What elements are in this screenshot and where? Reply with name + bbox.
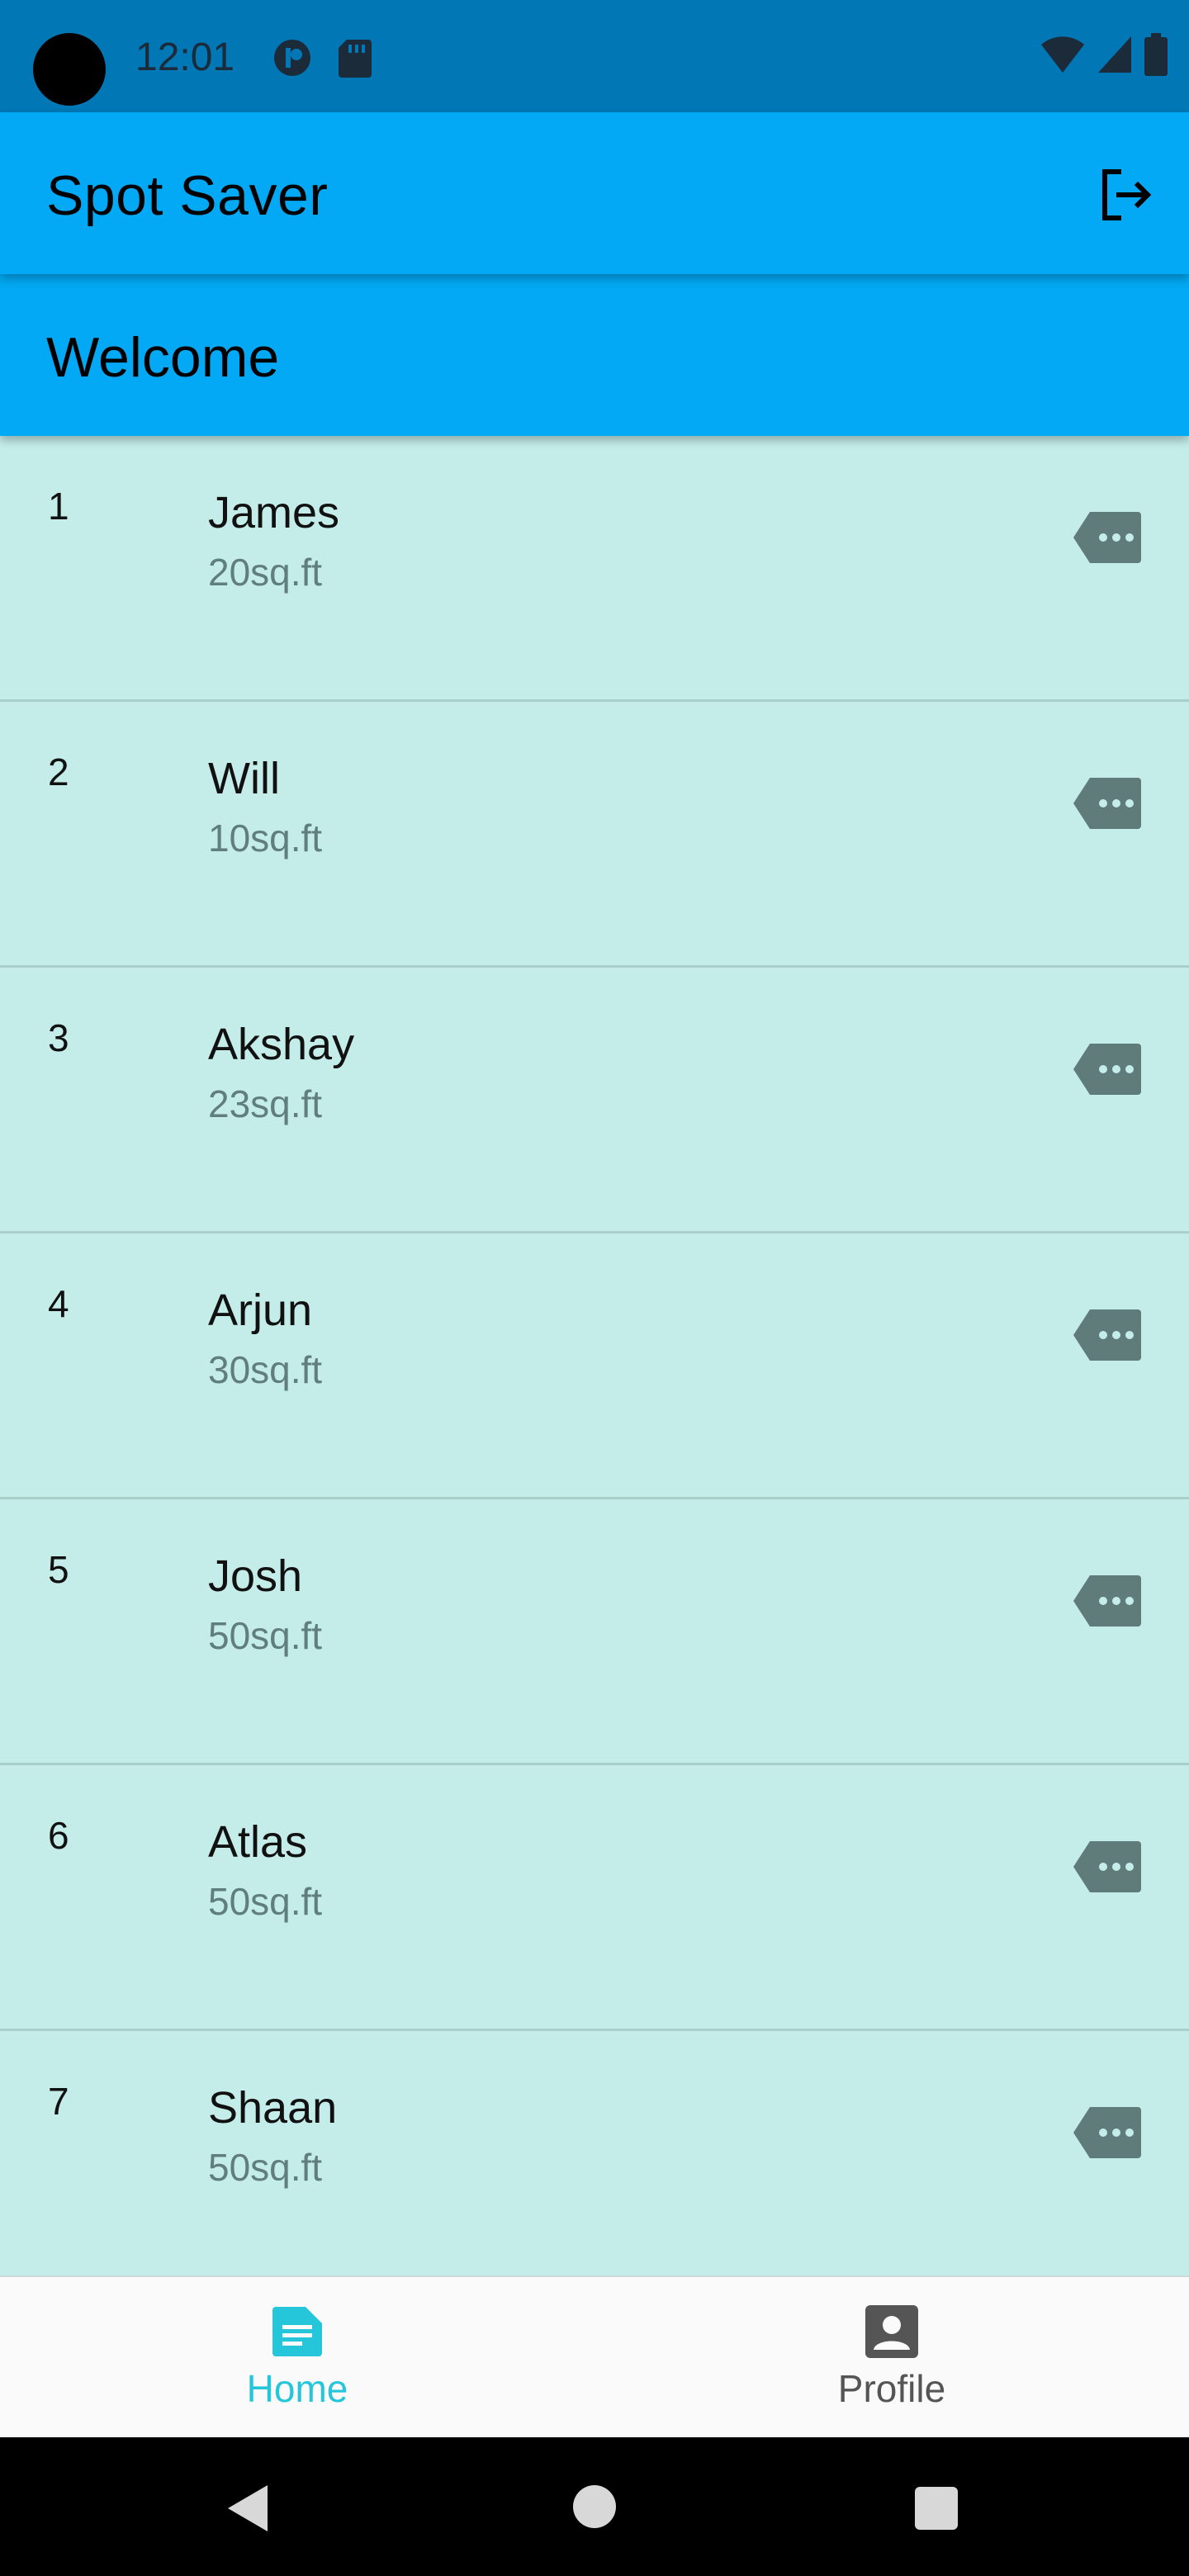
item-area: 23sq.ft bbox=[208, 1082, 323, 1125]
recents-icon[interactable] bbox=[915, 2487, 958, 2530]
app-bar: Spot Saver bbox=[0, 112, 1189, 274]
item-index: 2 bbox=[48, 751, 69, 793]
item-index: 6 bbox=[48, 1814, 69, 1857]
item-index: 3 bbox=[48, 1016, 69, 1059]
app-title: Spot Saver bbox=[46, 164, 329, 227]
status-indicators bbox=[1040, 33, 1168, 76]
list-item[interactable]: 6 Atlas 50sq.ft bbox=[0, 1765, 1189, 2031]
item-index: 1 bbox=[48, 485, 69, 528]
home-icon[interactable] bbox=[573, 2485, 616, 2528]
nav-home-label: Home bbox=[246, 2367, 348, 2410]
welcome-title: Welcome bbox=[46, 326, 280, 389]
battery-icon bbox=[1144, 33, 1168, 76]
item-index: 4 bbox=[48, 1282, 69, 1325]
item-area: 50sq.ft bbox=[208, 1614, 323, 1657]
list-item[interactable]: 4 Arjun 30sq.ft bbox=[0, 1234, 1189, 1499]
item-name: Arjun bbox=[208, 1286, 313, 1335]
spot-list: 1 James 20sq.ft 2 Will 10sq.ft 3 Akshay … bbox=[0, 436, 1189, 2297]
item-area: 50sq.ft bbox=[208, 1880, 323, 1923]
logout-button[interactable] bbox=[1093, 162, 1159, 228]
cellular-signal-icon bbox=[1098, 36, 1131, 73]
bottom-navigation: Home Profile bbox=[0, 2275, 1189, 2437]
list-item[interactable]: 3 Akshay 23sq.ft bbox=[0, 968, 1189, 1234]
list-item[interactable]: 1 James 20sq.ft bbox=[0, 436, 1189, 702]
item-index: 7 bbox=[48, 2080, 69, 2123]
status-time: 12:01 bbox=[135, 36, 235, 79]
item-name: Josh bbox=[208, 1551, 303, 1601]
item-name: Shaan bbox=[208, 2083, 338, 2133]
more-options-icon[interactable] bbox=[1072, 774, 1143, 832]
more-options-icon[interactable] bbox=[1072, 1838, 1143, 1896]
camera-cutout bbox=[33, 33, 106, 106]
account-box-icon bbox=[865, 2305, 918, 2358]
nav-home[interactable]: Home bbox=[0, 2277, 594, 2437]
welcome-header: Welcome bbox=[0, 274, 1189, 436]
more-options-icon[interactable] bbox=[1072, 509, 1143, 566]
item-area: 30sq.ft bbox=[208, 1348, 323, 1391]
wifi-icon bbox=[1041, 36, 1084, 73]
notification-app-icon bbox=[274, 40, 310, 76]
item-name: Will bbox=[208, 754, 280, 803]
nav-profile[interactable]: Profile bbox=[594, 2277, 1189, 2437]
item-name: Atlas bbox=[208, 1817, 308, 1867]
status-bar: 12:01 bbox=[0, 0, 1189, 112]
list-item[interactable]: 2 Will 10sq.ft bbox=[0, 702, 1189, 968]
more-options-icon[interactable] bbox=[1072, 1040, 1143, 1098]
item-name: Akshay bbox=[208, 1020, 355, 1069]
system-navigation-bar bbox=[0, 2437, 1189, 2576]
nav-profile-label: Profile bbox=[837, 2367, 946, 2410]
item-area: 50sq.ft bbox=[208, 2146, 323, 2189]
back-icon[interactable] bbox=[225, 2484, 271, 2533]
list-item[interactable]: 5 Josh 50sq.ft bbox=[0, 1499, 1189, 1765]
more-options-icon[interactable] bbox=[1072, 2104, 1143, 2162]
sd-card-icon bbox=[339, 40, 372, 78]
more-options-icon[interactable] bbox=[1072, 1306, 1143, 1364]
item-name: James bbox=[208, 488, 340, 537]
list-item[interactable]: 7 Shaan 50sq.ft bbox=[0, 2031, 1189, 2297]
item-index: 5 bbox=[48, 1548, 69, 1591]
logout-icon bbox=[1102, 169, 1152, 220]
document-icon bbox=[272, 2307, 322, 2356]
more-options-icon[interactable] bbox=[1072, 1572, 1143, 1630]
item-area: 20sq.ft bbox=[208, 551, 323, 594]
item-area: 10sq.ft bbox=[208, 817, 323, 859]
